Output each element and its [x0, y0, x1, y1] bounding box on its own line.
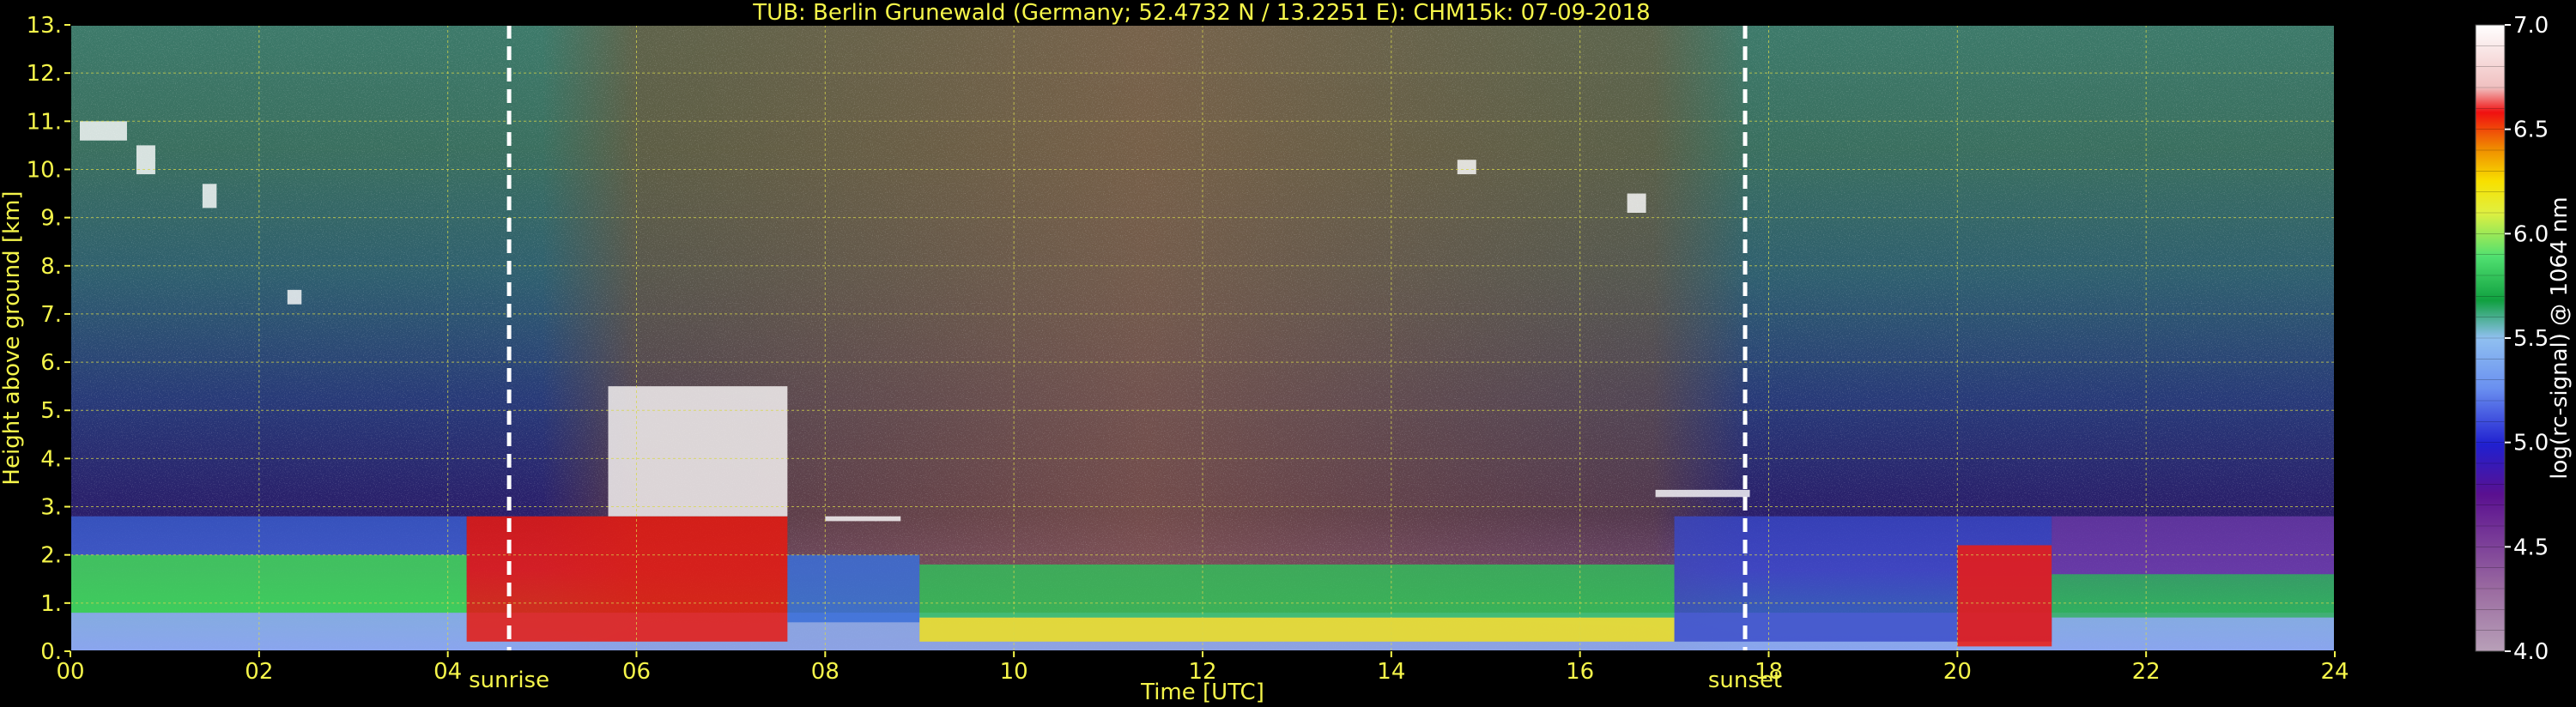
cloud-streak — [1457, 160, 1476, 175]
colorbar-label: log(rc-signal) @ 1064 nm — [2547, 196, 2573, 479]
colorbar-tick-label: 5.5 — [2513, 326, 2549, 352]
x-tick-label: 02 — [245, 659, 273, 685]
x-tick-label: 18 — [1755, 659, 1783, 685]
signal-band — [70, 516, 467, 555]
x-tick-label: 10 — [1000, 659, 1028, 685]
y-tick-label: 0. — [40, 639, 62, 665]
y-tick-label: 12. — [27, 61, 62, 87]
x-tick-label: 06 — [622, 659, 651, 685]
ceilometer-chart: sunrise sunset 00 02 04 06 08 10 12 14 16 18 20 22 24… — [0, 0, 2573, 705]
y-tick-label: 11. — [27, 109, 62, 135]
y-tick-label: 5. — [40, 398, 62, 424]
cloud-streak — [79, 121, 127, 141]
chart-title: TUB: Berlin Grunewald (Germany; 52.4732 … — [752, 0, 1650, 26]
colorbar-tick-label: 4.5 — [2513, 535, 2549, 560]
y-tick-label: 1. — [40, 591, 62, 617]
x-tick-label: 24 — [2320, 659, 2349, 685]
signal-band — [466, 516, 788, 642]
x-tick-label: 04 — [433, 659, 462, 685]
cloud-streak — [202, 184, 217, 208]
signal-band — [2052, 574, 2335, 618]
colorbar-tick-label: 7.0 — [2513, 13, 2549, 39]
signal-band — [919, 564, 1675, 618]
colorbar-tick-label: 5.0 — [2513, 431, 2549, 456]
y-tick-label: 3. — [40, 495, 62, 521]
y-axis-label: Height above ground [km] — [0, 190, 25, 485]
sunrise-label: sunrise — [469, 668, 549, 693]
signal-band — [787, 554, 920, 623]
x-axis-label: Time [UTC] — [1140, 680, 1264, 705]
colorbar-tick-label: 6.5 — [2513, 118, 2549, 143]
y-tick-label: 9. — [40, 206, 62, 232]
y-tick-label: 8. — [40, 254, 62, 280]
x-tick-label: 14 — [1377, 659, 1405, 685]
x-tick-label: 22 — [2132, 659, 2161, 685]
y-tick-label: 2. — [40, 543, 62, 569]
colorbar-tick-label: 4.0 — [2513, 639, 2549, 665]
cloud-streak — [136, 145, 155, 175]
signal-band — [1957, 545, 2052, 647]
colorbar-tick-label: 6.0 — [2513, 221, 2549, 247]
signal-band — [608, 386, 788, 517]
x-tick-label: 20 — [1943, 659, 1972, 685]
x-tick-label: 08 — [811, 659, 839, 685]
cloud-streak — [1655, 489, 1750, 498]
signal-band — [2052, 516, 2335, 575]
y-tick-label: 4. — [40, 446, 62, 472]
signal-band — [919, 617, 1675, 642]
x-tick-label: 16 — [1566, 659, 1594, 685]
cloud-streak — [287, 289, 302, 305]
y-tick-label: 6. — [40, 350, 62, 376]
cloud-streak — [1627, 193, 1646, 213]
y-tick-label: 13. — [27, 13, 62, 39]
colorbar: 4.0 4.5 5.0 5.5 6.0 6.5 7.0 — [2475, 13, 2549, 665]
y-tick-label: 10. — [27, 157, 62, 183]
cloud-streak — [825, 516, 901, 522]
y-tick-label: 7. — [40, 302, 62, 328]
signal-band — [70, 554, 467, 613]
